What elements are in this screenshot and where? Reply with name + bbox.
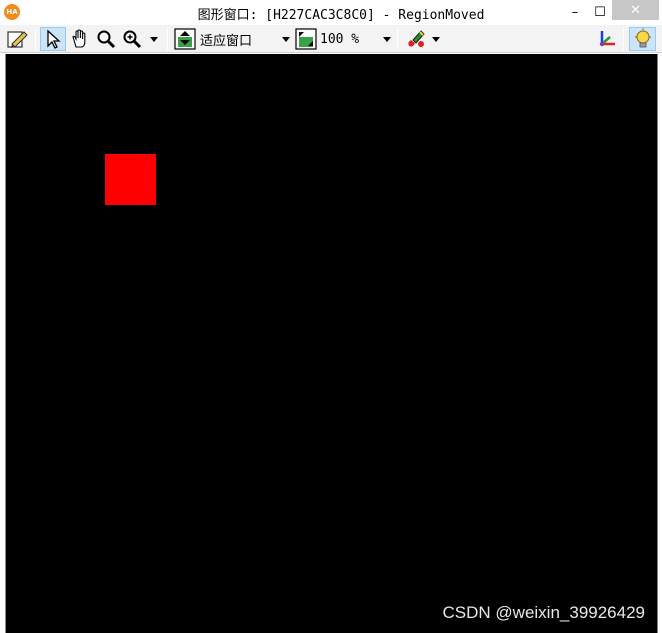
paint-brush-icon bbox=[407, 30, 425, 47]
fit-mode-dropdown[interactable]: 适应窗口 bbox=[174, 27, 292, 51]
zoom-level-icon bbox=[295, 28, 317, 50]
chevron-down-icon bbox=[150, 36, 158, 42]
fit-mode-label: 适应窗口 bbox=[200, 33, 253, 49]
coordinate-axes-icon bbox=[599, 31, 615, 47]
toolbar: 适应窗口 100 % bbox=[0, 25, 662, 53]
fit-window-icon bbox=[174, 28, 196, 50]
chevron-down-icon bbox=[383, 36, 391, 42]
pencil-icon bbox=[7, 31, 28, 48]
magnify-button[interactable] bbox=[94, 27, 118, 51]
toolbar-separator bbox=[623, 28, 624, 50]
axis-coordinates-button[interactable] bbox=[595, 27, 619, 51]
graphics-window: HA 图形窗口: [H227CAC3C8C0] - RegionMoved – … bbox=[0, 0, 662, 633]
pan-hand-button[interactable] bbox=[68, 27, 92, 51]
chevron-down-icon bbox=[282, 36, 290, 42]
edit-pencil-button[interactable] bbox=[6, 27, 30, 51]
toolbar-separator bbox=[35, 28, 36, 50]
watermark-text: CSDN @weixin_39926429 bbox=[442, 603, 645, 622]
zoom-in-icon bbox=[123, 30, 142, 49]
zoom-level-dropdown[interactable]: 100 % bbox=[295, 27, 393, 51]
chevron-down-icon bbox=[431, 36, 440, 42]
title-bar[interactable]: HA 图形窗口: [H227CAC3C8C0] - RegionMoved – … bbox=[0, 0, 662, 25]
select-pointer-button[interactable] bbox=[40, 27, 66, 51]
tips-lightbulb-button[interactable] bbox=[629, 27, 656, 51]
lightbulb-icon bbox=[634, 28, 651, 48]
toolbar-separator bbox=[397, 28, 398, 50]
zoom-level-label: 100 % bbox=[320, 31, 360, 47]
hand-icon bbox=[72, 29, 86, 48]
magnifier-icon bbox=[97, 30, 116, 49]
maximize-button[interactable]: ☐ bbox=[585, 0, 615, 25]
zoom-in-dropdown[interactable] bbox=[120, 27, 160, 51]
toolbar-separator bbox=[167, 28, 168, 50]
moved-region bbox=[105, 154, 156, 205]
cursor-arrow-icon bbox=[47, 29, 61, 49]
graphics-canvas[interactable]: CSDN @weixin_39926429 bbox=[5, 54, 658, 633]
draw-color-dropdown[interactable] bbox=[402, 27, 442, 51]
close-button[interactable]: ✕ bbox=[612, 0, 659, 20]
